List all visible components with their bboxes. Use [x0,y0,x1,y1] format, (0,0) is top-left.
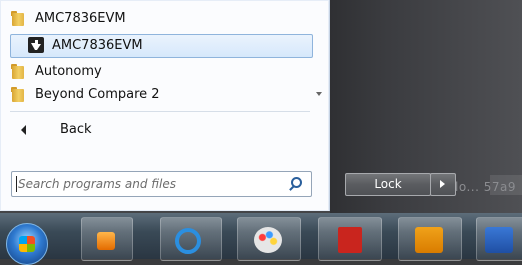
blurred-text: lo... 57a9 [455,180,516,194]
lock-button[interactable]: Lock [345,173,431,196]
taskbar-button-acrobat-reader[interactable] [318,217,382,261]
taskbar-button-internet-explorer[interactable] [160,217,222,261]
arrow-right-icon [440,180,445,188]
program-folder-beyond-compare-2[interactable]: Beyond Compare 2 [0,84,310,106]
program-folder-autonomy[interactable]: Autonomy [0,61,310,83]
taskbar-button-media-player[interactable] [81,217,133,261]
taskbar-button-word[interactable] [476,217,522,261]
outlook-icon [415,227,443,253]
acrobat-reader-icon [338,227,362,253]
back-label: Back [60,122,92,137]
taskbar-button-paint[interactable] [237,217,301,261]
taskbar [0,213,522,261]
program-label: Autonomy [35,64,102,79]
ti-logo-icon [28,37,44,53]
search-icon[interactable] [287,176,303,192]
program-folder-amc7836evm[interactable]: AMC7836EVM [0,8,310,30]
program-label: Beyond Compare 2 [35,87,160,102]
program-amc7836evm[interactable]: AMC7836EVM [10,34,313,58]
programs-scrollbar[interactable] [311,0,328,108]
shutdown-options-button[interactable] [430,173,456,196]
search-box[interactable] [11,171,312,197]
internet-explorer-icon [175,228,201,254]
folder-icon [11,64,25,80]
media-player-icon [97,232,115,250]
back-arrow-icon [21,125,26,135]
program-label: AMC7836EVM [35,11,126,26]
folder-icon [11,87,25,103]
taskbar-button-outlook[interactable] [398,217,462,261]
scroll-down-arrow-icon[interactable] [316,92,322,96]
program-label: AMC7836EVM [52,38,143,53]
search-input[interactable] [18,175,268,193]
divider [10,111,310,112]
word-icon [485,227,513,253]
paint-icon [254,227,282,253]
folder-icon [11,11,25,27]
back-button[interactable]: Back [10,118,190,142]
text-caret [16,176,17,192]
